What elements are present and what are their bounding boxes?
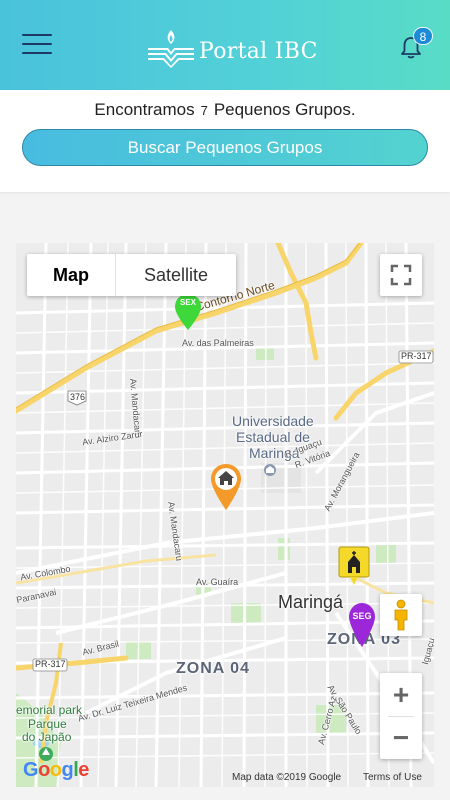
street-view-pegman-icon (394, 599, 408, 631)
bible-logo-icon (148, 30, 194, 68)
map-label-376: 376 (70, 392, 86, 402)
map-attribution: Map data ©2019 Google (232, 772, 342, 783)
map-label-university-1: Universidade (232, 413, 314, 429)
zoom-out-button[interactable]: − (380, 716, 422, 759)
map-label-park-3: do Japão (22, 730, 72, 744)
street-view-button[interactable] (380, 594, 422, 636)
zoom-in-button[interactable]: + (380, 673, 422, 716)
marker-sex-label: SEX (180, 298, 197, 307)
map-label-park-1: emorial park (16, 703, 83, 717)
map-type-map-button[interactable]: Map (27, 254, 116, 296)
app-logo: Portal IBC (146, 28, 318, 68)
app-header: Portal IBC 8 (0, 0, 450, 90)
marker-sex[interactable]: SEX (173, 293, 203, 331)
map-label-pr317-top: PR-317 (401, 351, 432, 361)
map-type-toggle: Map Satellite (27, 254, 236, 296)
search-groups-button[interactable]: Buscar Pequenos Grupos (22, 129, 428, 166)
google-logo: Google (23, 759, 89, 781)
app-title: Portal IBC (199, 38, 318, 64)
marker-seg-label: SEG (352, 611, 371, 621)
map-label-park-2: Parque (28, 717, 67, 731)
marker-church[interactable] (338, 546, 370, 586)
marker-home[interactable] (209, 463, 243, 511)
map-label-city: Maringá (278, 592, 344, 612)
hamburger-menu-icon[interactable] (22, 32, 52, 56)
search-panel: Encontramos 7 Pequenos Grupos. Buscar Pequ… (0, 90, 450, 192)
fullscreen-icon (390, 264, 412, 286)
results-prefix: Encontramos (94, 100, 195, 119)
results-count-text: Encontramos 7 Pequenos Grupos. (0, 100, 450, 120)
marker-seg[interactable]: SEG (347, 602, 377, 648)
map-label-av-palmeiras: Av. das Palmeiras (182, 338, 254, 348)
map-label-pr317-bottom: PR-317 (35, 659, 66, 669)
map-label-guaiua: Av. Guaíra (196, 577, 239, 587)
results-suffix: Pequenos Grupos. (213, 100, 356, 119)
map-label-zona-04: ZONA 04 (176, 660, 250, 677)
map-label-university-2: Estadual de (236, 429, 310, 445)
terms-of-use-link[interactable]: Terms of Use (363, 772, 422, 783)
zoom-control: + − (380, 673, 422, 759)
map-view[interactable]: Contorno Norte Av. das Palmeiras Av. Man… (16, 243, 434, 787)
fullscreen-button[interactable] (380, 254, 422, 296)
results-count: 7 (200, 103, 208, 118)
map-type-satellite-button[interactable]: Satellite (116, 254, 236, 296)
notification-badge: 8 (413, 27, 433, 45)
